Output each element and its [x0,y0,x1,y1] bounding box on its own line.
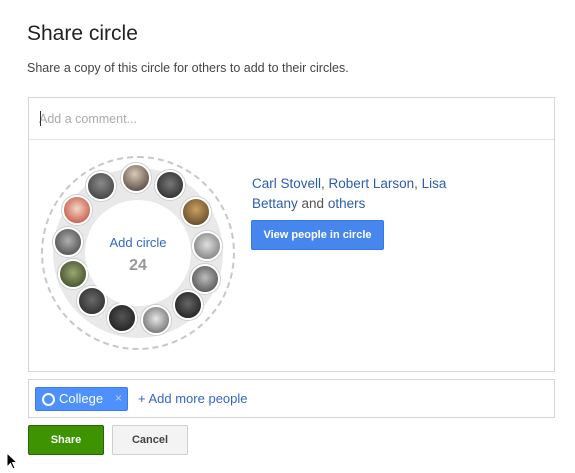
separator: , [414,176,422,191]
avatar [190,264,220,294]
dialog-title: Share circle [27,22,138,45]
circle-center: Add circle 24 [85,200,191,306]
share-button[interactable]: Share [28,425,104,455]
cancel-button[interactable]: Cancel [112,425,188,455]
comment-area [29,98,554,140]
circle-preview[interactable]: Add circle 24 [41,156,235,350]
chip-label: College [59,391,104,406]
avatar [121,163,151,193]
mouse-pointer-icon [6,452,18,470]
person-link[interactable]: Carl Stovell [252,176,321,191]
others-link[interactable]: others [328,196,366,211]
avatar [62,195,92,225]
avatar [58,259,88,289]
avatar [53,227,83,257]
comment-input[interactable] [37,108,537,130]
avatar [86,171,116,201]
recipients-bar[interactable]: College × + Add more people [28,379,555,418]
person-link[interactable]: Robert Larson [329,176,415,191]
avatar [181,197,211,227]
circle-people-summary: Carl Stovell, Robert Larson, Lisa Bettan… [252,174,482,214]
text-caret [40,111,41,126]
view-people-button[interactable]: View people in circle [251,220,384,250]
avatar [155,170,185,200]
close-icon[interactable]: × [115,391,122,405]
share-panel: Add circle 24 Carl Stovell, Robert Larso… [28,97,555,372]
dialog-subtitle: Share a copy of this circle for others t… [27,61,349,75]
and-text: and [297,196,328,211]
avatar [173,290,203,320]
circle-chip[interactable]: College × [35,387,128,411]
circle-member-count: 24 [129,257,147,274]
separator: , [321,176,329,191]
add-more-people-link[interactable]: + Add more people [138,391,248,406]
circle-icon [42,393,55,406]
avatar [107,303,137,333]
avatar [192,231,222,261]
circle-name-link[interactable]: Add circle [85,235,191,250]
avatar [141,305,171,335]
